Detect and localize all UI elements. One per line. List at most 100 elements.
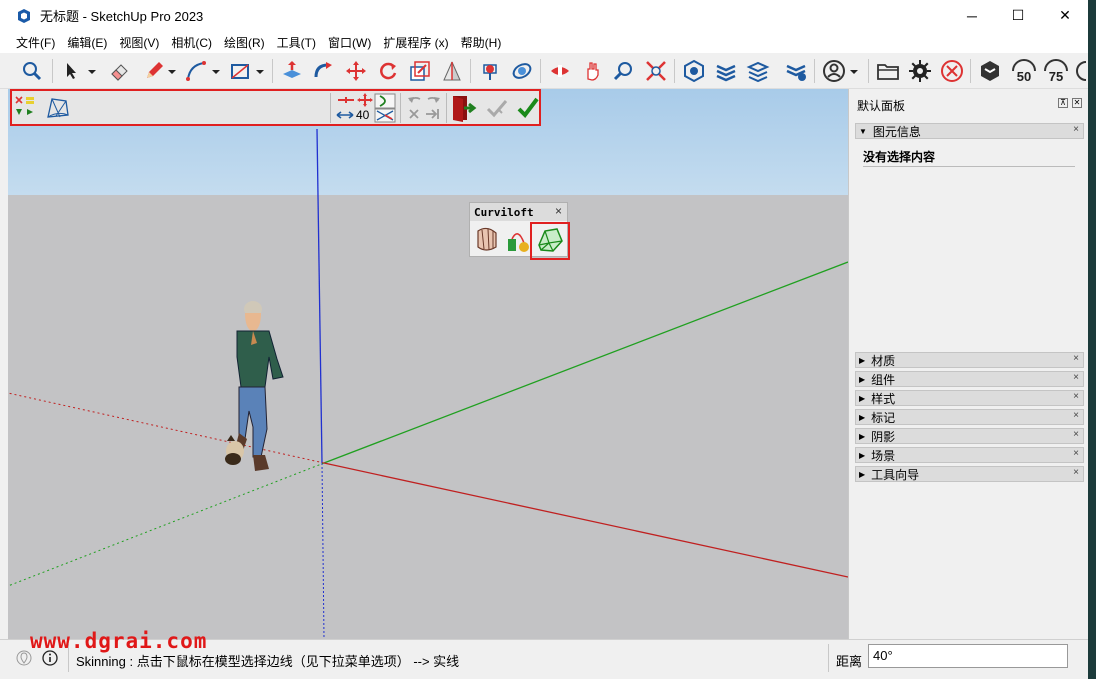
eraser-icon[interactable] xyxy=(108,59,132,83)
loft-along-path-icon[interactable] xyxy=(504,225,532,253)
pencil-icon[interactable] xyxy=(142,59,166,83)
follow-me-icon[interactable] xyxy=(312,59,336,83)
pan-icon[interactable] xyxy=(548,59,572,83)
curviloft-toolbar: Curviloft × xyxy=(469,202,570,260)
measurement-label: 距离 xyxy=(836,654,863,669)
push-pull-icon[interactable] xyxy=(280,59,304,83)
zoom-extents-icon[interactable] xyxy=(644,59,668,83)
move-icon[interactable] xyxy=(344,59,368,83)
speed-75-icon[interactable]: 75 xyxy=(1042,59,1070,83)
tray-scenes[interactable]: ▶ 场景 × xyxy=(855,447,1084,463)
curviloft-options-icon[interactable] xyxy=(14,93,36,123)
tray-close-icon[interactable]: ✕ xyxy=(1072,98,1082,108)
minimize-button[interactable]: ─ xyxy=(949,0,995,31)
confirm-check-icon[interactable] xyxy=(516,95,540,121)
desktop-background xyxy=(1088,0,1096,679)
tray-entity-info-header[interactable]: ▼ 图元信息 × xyxy=(855,123,1084,139)
menu-window[interactable]: 窗口(W) xyxy=(322,34,377,51)
sandbox-icon[interactable] xyxy=(784,59,808,83)
measurement-input[interactable]: 40° xyxy=(868,644,1068,668)
menu-file[interactable]: 文件(F) xyxy=(10,34,61,51)
menu-draw[interactable]: 绘图(R) xyxy=(218,34,271,51)
extension-warehouse-icon[interactable] xyxy=(978,59,1002,83)
tray-components[interactable]: ▶ 组件 × xyxy=(855,371,1084,387)
divider xyxy=(863,166,1075,167)
speed-50-icon[interactable]: 50 xyxy=(1010,59,1038,83)
maximize-button[interactable]: ☐ xyxy=(995,0,1041,31)
svg-text:50: 50 xyxy=(1017,69,1031,83)
menu-camera[interactable]: 相机(C) xyxy=(165,34,218,51)
entity-info-body: 没有选择内容 xyxy=(855,140,1084,350)
folder-icon[interactable] xyxy=(876,59,900,83)
loft-by-spline-icon[interactable] xyxy=(474,225,500,253)
stack-icon[interactable] xyxy=(746,59,770,83)
curviloft-close-button[interactable]: × xyxy=(555,204,562,218)
menu-view[interactable]: 视图(V) xyxy=(113,34,165,51)
tray-materials[interactable]: ▶ 材质 × xyxy=(855,352,1084,368)
chevron-down-icon[interactable] xyxy=(254,59,266,83)
search-icon[interactable] xyxy=(20,59,44,83)
gear-icon[interactable] xyxy=(908,59,932,83)
close-icon[interactable]: × xyxy=(1073,448,1079,459)
skinning-contours-icon[interactable] xyxy=(535,225,565,255)
tray-instructor[interactable]: ▶ 工具向导 × xyxy=(855,466,1084,482)
curve-select-icon[interactable] xyxy=(374,93,396,123)
curviloft-titlebar[interactable]: Curviloft × xyxy=(470,203,567,221)
hand-icon[interactable] xyxy=(580,59,604,83)
close-icon[interactable]: × xyxy=(1073,124,1079,135)
double-check-disabled-icon[interactable] xyxy=(486,95,512,121)
close-icon[interactable]: × xyxy=(1073,410,1079,421)
axes xyxy=(8,128,848,639)
segment-arrow-icon[interactable] xyxy=(336,109,354,121)
expand-triangle-icon: ▶ xyxy=(859,450,866,460)
rectangle-icon[interactable] xyxy=(228,59,252,83)
close-button[interactable]: ✕ xyxy=(1042,0,1088,31)
menu-help[interactable]: 帮助(H) xyxy=(455,34,508,51)
tray-label: 工具向导 xyxy=(871,467,920,482)
rotate-icon[interactable] xyxy=(376,59,400,83)
undo-redo-icon[interactable] xyxy=(406,93,442,123)
menu-edit[interactable]: 编辑(E) xyxy=(61,34,113,51)
cancel-icon[interactable] xyxy=(940,59,964,83)
section-icon[interactable] xyxy=(440,59,464,83)
chevron-down-icon[interactable] xyxy=(848,59,860,83)
chevron-down-icon[interactable] xyxy=(166,59,178,83)
warehouse-icon[interactable] xyxy=(682,59,706,83)
tray-tags[interactable]: ▶ 标记 × xyxy=(855,409,1084,425)
close-icon[interactable]: × xyxy=(1073,467,1079,478)
partial-icon[interactable] xyxy=(1072,59,1086,83)
orbit-icon[interactable] xyxy=(510,59,534,83)
menu-tools[interactable]: 工具(T) xyxy=(271,34,322,51)
exit-door-icon[interactable] xyxy=(450,94,478,122)
tray-label: 场景 xyxy=(871,448,896,463)
close-icon[interactable]: × xyxy=(1073,391,1079,402)
close-icon[interactable]: × xyxy=(1073,372,1079,383)
window-title: 无标题 - SketchUp Pro 2023 xyxy=(40,9,204,24)
paint-icon[interactable] xyxy=(478,59,502,83)
close-icon[interactable]: × xyxy=(1073,353,1079,364)
arc-icon[interactable] xyxy=(184,59,208,83)
select-arrow-icon[interactable] xyxy=(60,59,84,83)
curviloft-sub-toolbar: 40 xyxy=(10,89,541,126)
loft-shape-icon[interactable] xyxy=(42,95,72,121)
segment-minus-icon[interactable] xyxy=(336,93,356,107)
expand-triangle-icon: ▶ xyxy=(859,412,866,422)
expand-triangle-icon: ▶ xyxy=(859,469,866,479)
tray-label: 材质 xyxy=(871,353,896,368)
segment-plus-icon[interactable] xyxy=(356,93,374,107)
tray-shadows[interactable]: ▶ 阴影 × xyxy=(855,428,1084,444)
layers-icon[interactable] xyxy=(714,59,738,83)
scale-icon[interactable] xyxy=(408,59,432,83)
zoom-icon[interactable] xyxy=(612,59,636,83)
tray-styles[interactable]: ▶ 样式 × xyxy=(855,390,1084,406)
menu-bar: 文件(F) 编辑(E) 视图(V) 相机(C) 绘图(R) 工具(T) 窗口(W… xyxy=(0,31,1088,53)
close-icon[interactable]: × xyxy=(1073,429,1079,440)
account-icon[interactable] xyxy=(822,59,846,83)
model-viewport[interactable] xyxy=(8,89,848,639)
no-selection-text: 没有选择内容 xyxy=(863,150,936,164)
pin-icon[interactable]: ⊼ xyxy=(1058,98,1068,108)
chevron-down-icon[interactable] xyxy=(86,59,98,83)
tray-title: 默认面板 xyxy=(857,99,906,113)
menu-extensions[interactable]: 扩展程序 (x) xyxy=(377,34,454,51)
chevron-down-icon[interactable] xyxy=(210,59,222,83)
